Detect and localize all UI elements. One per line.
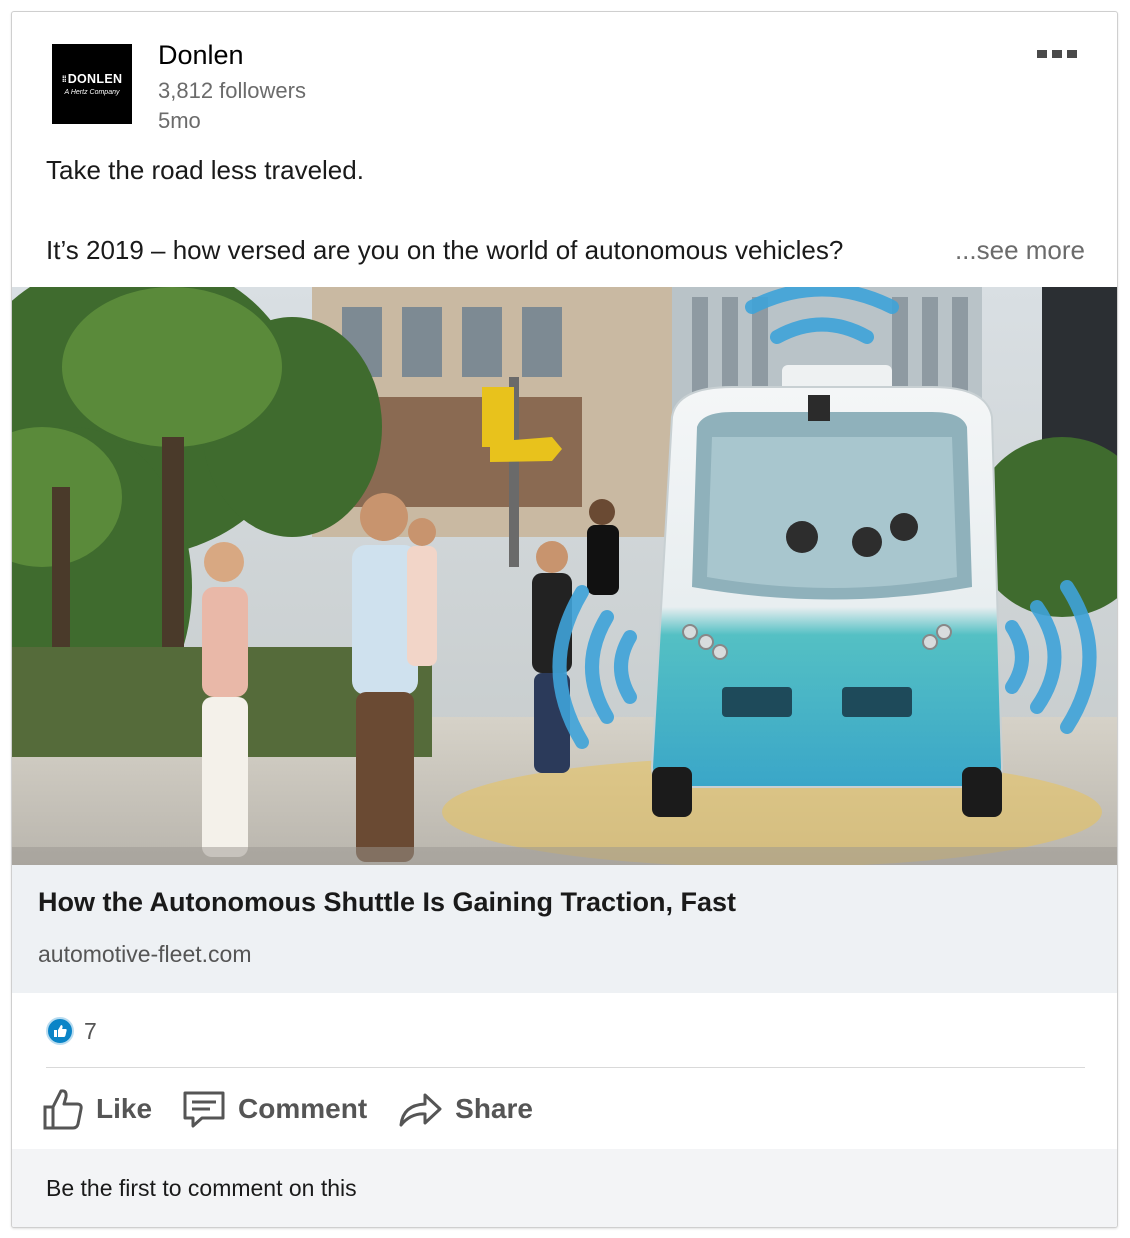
reactions-summary[interactable]: 7 bbox=[46, 1017, 97, 1045]
post-text-line: It’s 2019 – how versed are you on the wo… bbox=[46, 235, 844, 265]
shuttle-scene-image bbox=[12, 287, 1117, 865]
logo-text: DONLEN bbox=[67, 72, 123, 86]
like-reaction-icon bbox=[46, 1017, 74, 1045]
share-label: Share bbox=[455, 1093, 533, 1124]
article-title[interactable]: How the Autonomous Shuttle Is Gaining Tr… bbox=[38, 887, 736, 918]
share-arrow-icon bbox=[399, 1093, 442, 1127]
ellipsis-dot-icon bbox=[1052, 50, 1062, 58]
comments-footer: Be the first to comment on this bbox=[12, 1149, 1117, 1227]
post-header: ⁞⁞ DONLEN A Hertz Company Donlen 3,812 f… bbox=[12, 12, 1117, 152]
divider bbox=[46, 1067, 1085, 1068]
comment-button[interactable]: Comment bbox=[182, 1078, 367, 1140]
reaction-count: 7 bbox=[84, 1017, 97, 1044]
logo-tagline: A Hertz Company bbox=[64, 89, 120, 96]
ellipsis-dot-icon bbox=[1067, 50, 1077, 58]
more-options-button[interactable] bbox=[1033, 46, 1081, 62]
followers-count: 3,812 followers bbox=[158, 78, 306, 103]
first-comment-prompt[interactable]: Be the first to comment on this bbox=[46, 1175, 357, 1202]
like-button[interactable]: Like bbox=[42, 1078, 152, 1140]
comment-label: Comment bbox=[238, 1093, 368, 1124]
article-image[interactable] bbox=[12, 287, 1117, 865]
logo-dots-icon: ⁞⁞ bbox=[61, 74, 67, 84]
see-more-link[interactable]: ...see more bbox=[955, 235, 1085, 266]
post-age: 5mo bbox=[158, 108, 201, 133]
company-name[interactable]: Donlen bbox=[158, 40, 244, 71]
share-button[interactable]: Share bbox=[397, 1078, 533, 1140]
thumbs-up-icon bbox=[43, 1089, 83, 1130]
post-text-line: Take the road less traveled. bbox=[46, 155, 364, 185]
like-label: Like bbox=[96, 1093, 153, 1124]
article-link-preview[interactable]: How the Autonomous Shuttle Is Gaining Tr… bbox=[12, 865, 1117, 993]
social-actions-bar: Like Comment Share bbox=[42, 1078, 533, 1140]
post-card: ⁞⁞ DONLEN A Hertz Company Donlen 3,812 f… bbox=[11, 11, 1118, 1228]
ellipsis-dot-icon bbox=[1037, 50, 1047, 58]
company-logo[interactable]: ⁞⁞ DONLEN A Hertz Company bbox=[52, 44, 132, 124]
article-domain: automotive-fleet.com bbox=[38, 941, 252, 967]
comment-icon bbox=[183, 1091, 225, 1128]
